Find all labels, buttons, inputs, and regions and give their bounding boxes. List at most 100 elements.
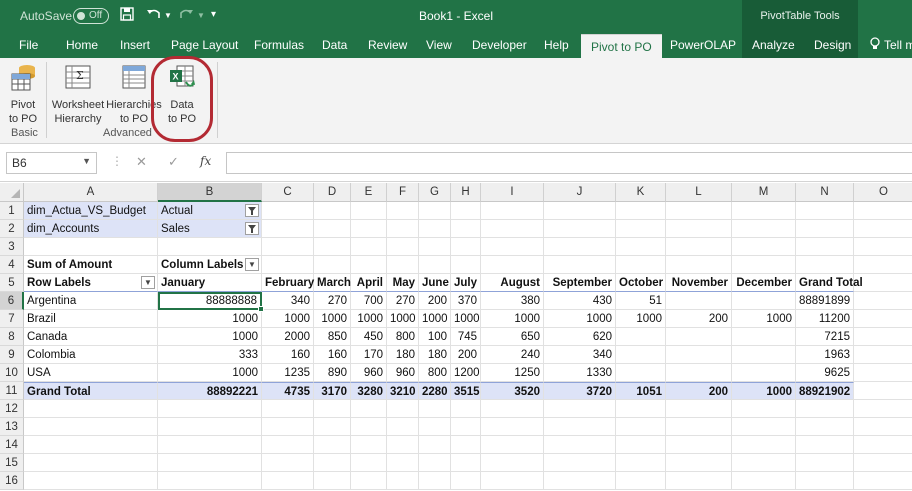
cell[interactable]	[262, 454, 314, 472]
grand-total-value[interactable]: 1051	[616, 382, 666, 400]
cell[interactable]	[796, 400, 854, 418]
cell[interactable]	[796, 436, 854, 454]
cell[interactable]	[854, 202, 912, 220]
month-header[interactable]: May	[387, 274, 419, 292]
cell[interactable]	[854, 238, 912, 256]
value-cell[interactable]	[666, 346, 732, 364]
column-header-m[interactable]: M	[732, 183, 796, 202]
cell[interactable]	[262, 400, 314, 418]
row-label[interactable]: Canada	[24, 328, 158, 346]
tab-review[interactable]: Review	[368, 33, 407, 58]
month-header[interactable]: April	[351, 274, 387, 292]
column-header-k[interactable]: K	[616, 183, 666, 202]
value-cell[interactable]: 1250	[481, 364, 544, 382]
cell[interactable]	[419, 472, 451, 490]
cell[interactable]	[732, 220, 796, 238]
cell[interactable]	[451, 220, 481, 238]
cell[interactable]	[616, 256, 666, 274]
cell[interactable]	[419, 220, 451, 238]
cell[interactable]	[314, 454, 351, 472]
cell[interactable]	[854, 220, 912, 238]
cell[interactable]	[544, 436, 616, 454]
value-cell[interactable]: 1000	[262, 310, 314, 328]
cell[interactable]	[314, 418, 351, 436]
worksheet-hierarchy-button[interactable]: Σ Worksheet Hierarchy	[50, 62, 106, 126]
tab-analyze[interactable]: Analyze	[752, 33, 795, 58]
tab-help[interactable]: Help	[544, 33, 569, 58]
value-cell[interactable]: 170	[351, 346, 387, 364]
cell[interactable]	[854, 256, 912, 274]
cell[interactable]	[481, 238, 544, 256]
tab-pivot-to-po[interactable]: Pivot to PO	[581, 34, 662, 59]
cell[interactable]	[481, 418, 544, 436]
cell[interactable]	[854, 274, 912, 292]
tab-tell-me[interactable]: Tell m	[884, 33, 912, 58]
cell[interactable]	[481, 472, 544, 490]
value-cell[interactable]: 333	[158, 346, 262, 364]
value-cell[interactable]	[616, 346, 666, 364]
cell[interactable]	[387, 454, 419, 472]
value-cell[interactable]: 1000	[314, 310, 351, 328]
row-label[interactable]: Argentina	[24, 292, 158, 310]
cell[interactable]	[451, 436, 481, 454]
cell[interactable]	[314, 202, 351, 220]
name-box[interactable]: B6 ▼	[6, 152, 97, 174]
cell[interactable]	[796, 418, 854, 436]
grand-total-value[interactable]: 3720	[544, 382, 616, 400]
cell[interactable]	[666, 220, 732, 238]
value-cell[interactable]	[732, 328, 796, 346]
cell[interactable]	[451, 454, 481, 472]
value-cell[interactable]: 650	[481, 328, 544, 346]
cell[interactable]	[732, 436, 796, 454]
row-header-7[interactable]: 7	[0, 310, 24, 328]
cell[interactable]	[616, 472, 666, 490]
cell[interactable]	[387, 238, 419, 256]
cell[interactable]	[419, 202, 451, 220]
grand-total-value[interactable]: 1000	[732, 382, 796, 400]
value-cell[interactable]: 180	[419, 346, 451, 364]
value-cell[interactable]: 11200	[796, 310, 854, 328]
cell[interactable]	[419, 238, 451, 256]
lightbulb-icon[interactable]	[870, 33, 880, 58]
column-header-a[interactable]: A	[24, 183, 158, 202]
month-header[interactable]: November	[666, 274, 732, 292]
cell[interactable]	[451, 202, 481, 220]
value-cell[interactable]: 1000	[158, 328, 262, 346]
cell[interactable]	[666, 256, 732, 274]
column-header-j[interactable]: J	[544, 183, 616, 202]
cell[interactable]	[262, 220, 314, 238]
cell[interactable]	[451, 418, 481, 436]
row-labels-header[interactable]: Row Labels	[24, 274, 158, 292]
value-cell[interactable]: 1000	[451, 310, 481, 328]
cell[interactable]	[481, 400, 544, 418]
month-header[interactable]: December	[732, 274, 796, 292]
row-header-11[interactable]: 11	[0, 382, 24, 400]
value-cell[interactable]: 1000	[544, 310, 616, 328]
cell[interactable]	[314, 220, 351, 238]
column-header-g[interactable]: G	[419, 183, 451, 202]
row-header-12[interactable]: 12	[0, 400, 24, 418]
grand-total-value[interactable]: 88892221	[158, 382, 262, 400]
cell[interactable]	[387, 220, 419, 238]
value-cell[interactable]: 51	[616, 292, 666, 310]
cell[interactable]	[387, 418, 419, 436]
row-header-16[interactable]: 16	[0, 472, 24, 490]
cell[interactable]	[544, 472, 616, 490]
value-cell[interactable]: 270	[387, 292, 419, 310]
cell[interactable]	[616, 454, 666, 472]
cell[interactable]	[796, 220, 854, 238]
value-cell[interactable]: 1963	[796, 346, 854, 364]
filter-funnel-icon[interactable]	[245, 204, 259, 217]
column-header-o[interactable]: O	[854, 183, 912, 202]
month-header[interactable]: June	[419, 274, 451, 292]
cell[interactable]	[314, 472, 351, 490]
month-header[interactable]: October	[616, 274, 666, 292]
cell[interactable]	[262, 436, 314, 454]
value-cell[interactable]: 200	[419, 292, 451, 310]
cell[interactable]	[854, 454, 912, 472]
cell[interactable]	[419, 400, 451, 418]
value-cell[interactable]: 340	[262, 292, 314, 310]
cell[interactable]	[387, 256, 419, 274]
tab-design[interactable]: Design	[814, 33, 851, 58]
cell[interactable]	[314, 256, 351, 274]
